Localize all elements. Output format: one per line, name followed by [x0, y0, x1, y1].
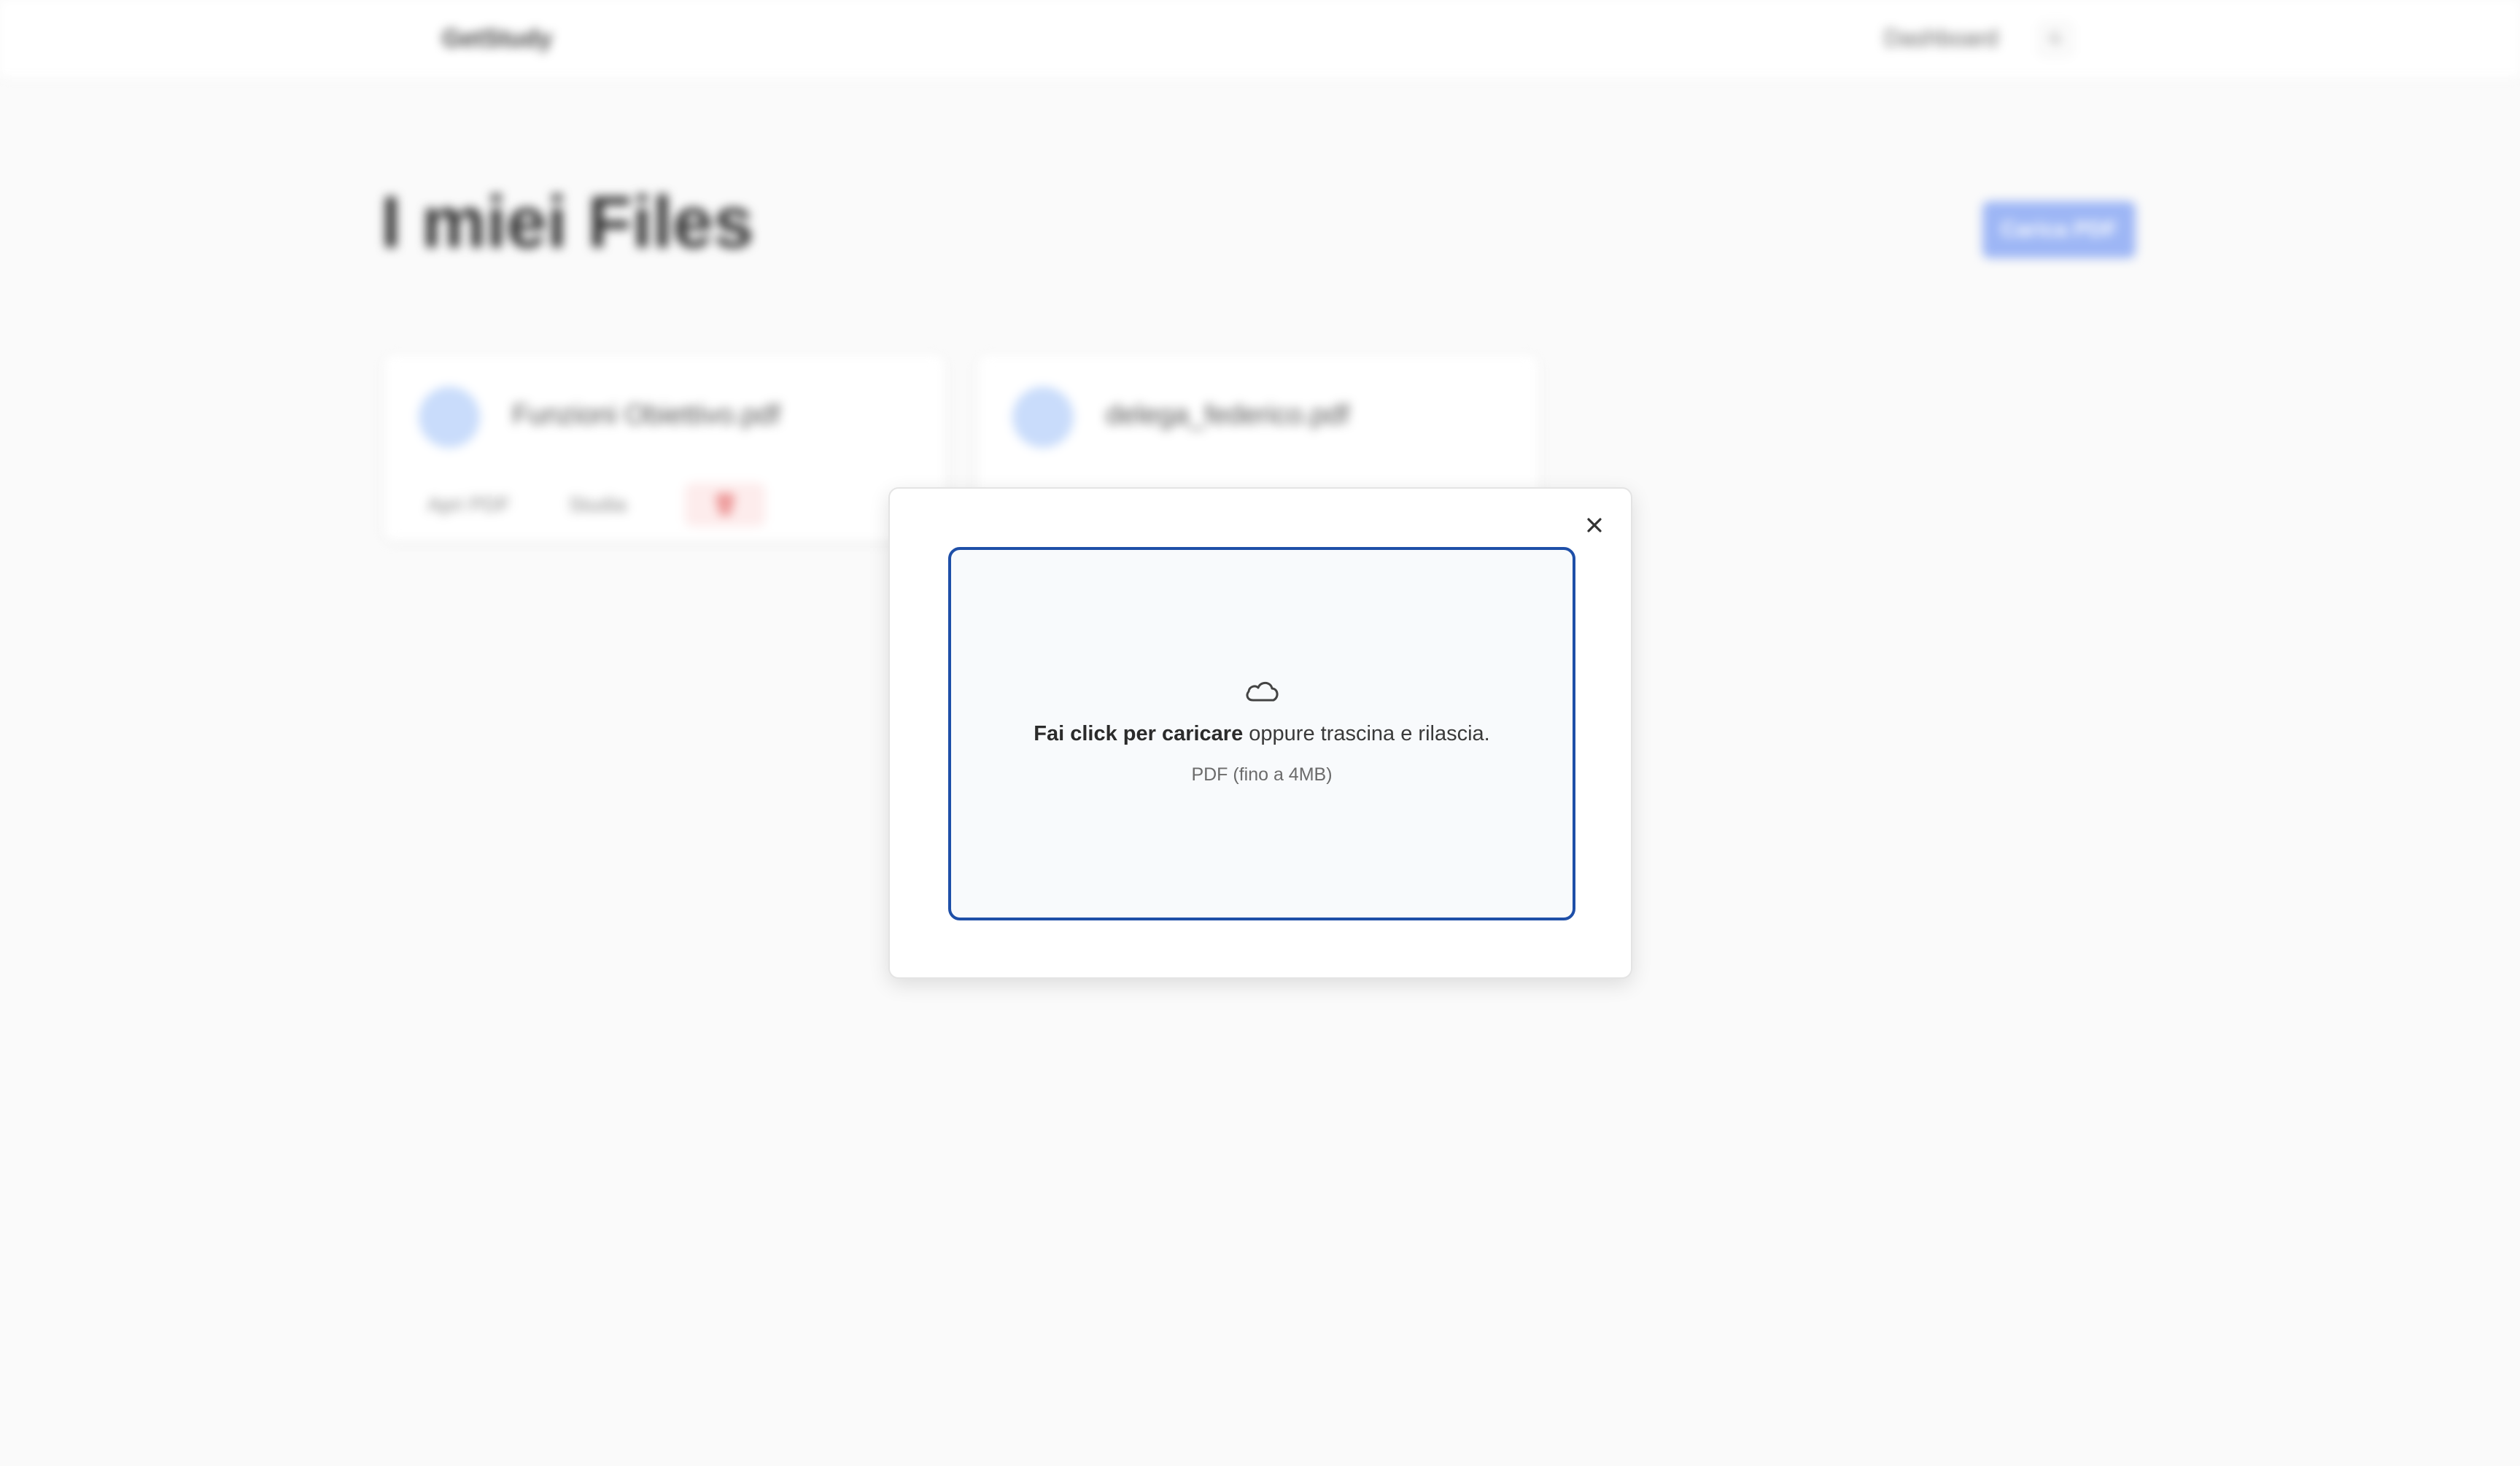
- dropzone-file-hint: PDF (fino a 4MB): [1191, 764, 1333, 785]
- page-title: I miei Files: [381, 182, 754, 263]
- trash-icon: 🗑: [712, 493, 738, 516]
- dropzone-drag-label: oppure trascina e rilascia.: [1243, 722, 1490, 745]
- nav-link-dashboard[interactable]: Dashboard: [1884, 25, 1998, 52]
- file-name: Funzioni Obiettivo.pdf: [512, 400, 780, 430]
- upload-modal: Fai click per caricare oppure trascina e…: [888, 487, 1632, 979]
- dropzone-click-label: Fai click per caricare: [1034, 722, 1244, 745]
- dropzone-instructions: Fai click per caricare oppure trascina e…: [951, 722, 1573, 746]
- study-button[interactable]: Studia: [569, 493, 627, 527]
- close-icon: [1587, 518, 1602, 532]
- file-name: delega_federico.pdf: [1106, 400, 1349, 430]
- file-icon: [1012, 387, 1074, 448]
- user-avatar[interactable]: G: [2039, 23, 2071, 55]
- upload-pdf-button[interactable]: Carica PDF: [1982, 201, 2136, 258]
- close-button[interactable]: [1578, 509, 1610, 541]
- top-navbar: GetStudy Dashboard G: [0, 0, 2520, 80]
- brand-logo-text[interactable]: GetStudy: [442, 25, 552, 53]
- file-icon: [419, 387, 480, 448]
- file-actions: Apri PDF Studia 🗑: [427, 483, 765, 527]
- file-dropzone[interactable]: Fai click per caricare oppure trascina e…: [948, 547, 1575, 920]
- file-card[interactable]: Funzioni Obiettivo.pdf Apri PDF Studia 🗑: [384, 354, 945, 541]
- delete-button[interactable]: 🗑: [684, 483, 765, 527]
- open-pdf-button[interactable]: Apri PDF: [427, 493, 511, 527]
- cloud-icon: [1246, 681, 1279, 702]
